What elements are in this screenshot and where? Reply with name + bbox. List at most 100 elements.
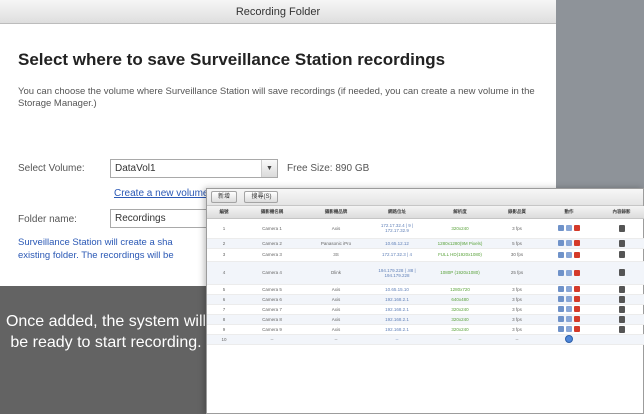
record-icon[interactable] (618, 325, 625, 333)
table-row[interactable]: 6 Camera 6 Axis 192.168.2.1 640x480 3 fp… (207, 294, 644, 305)
record-cell (599, 304, 644, 315)
camera-name: Camera 5 (241, 284, 303, 295)
camera-ip: 192.168.2.1 (369, 304, 425, 315)
record-icon[interactable] (618, 224, 625, 232)
camera-fps: 3 fps (495, 314, 539, 325)
camera-brand: Axis (303, 304, 369, 315)
edit-icon[interactable] (558, 316, 564, 322)
delete-icon[interactable] (574, 306, 580, 312)
column-header[interactable]: 攝影機品牌 (303, 206, 369, 219)
settings-icon[interactable] (566, 251, 572, 258)
camera-resolution: 640x480 (425, 294, 495, 305)
record-icon[interactable] (618, 251, 625, 258)
camera-fps: 3 fps (495, 324, 539, 335)
delete-icon[interactable] (574, 286, 580, 292)
description-text: You can choose the volume where Surveill… (18, 86, 535, 109)
column-header[interactable]: 動作 (539, 206, 599, 219)
add-camera-button[interactable]: 新增 (211, 191, 238, 203)
record-icon[interactable] (618, 239, 625, 247)
record-icon[interactable] (618, 285, 625, 293)
camera-fps: 3 fps (495, 294, 539, 305)
chevron-down-icon[interactable]: ▼ (261, 160, 277, 177)
table-row[interactable]: 4 Camera 4 Dlink 194.179.228 | .88 | 194… (207, 261, 644, 285)
table-row[interactable]: 8 Camera 8 Axis 192.168.2.1 320x240 3 fp… (207, 314, 644, 325)
row-actions (539, 314, 599, 325)
row-actions (539, 218, 599, 239)
record-cell (599, 294, 644, 305)
edit-icon[interactable] (558, 251, 564, 258)
camera-fps: 5 fps (495, 238, 539, 249)
column-header[interactable]: 錄影品質 (495, 206, 539, 219)
delete-icon[interactable] (574, 225, 580, 231)
settings-icon[interactable] (566, 306, 572, 312)
camera-number: 7 (207, 304, 241, 315)
camera-name: Camera 3 (241, 248, 303, 262)
edit-icon[interactable] (558, 269, 564, 276)
edit-icon[interactable] (558, 225, 564, 231)
table-row[interactable]: 2 Camera 2 Panasonic iPro 10.65.12.12 12… (207, 238, 644, 249)
delete-icon[interactable] (574, 240, 580, 246)
record-icon[interactable] (618, 315, 625, 323)
row-actions (539, 324, 599, 335)
settings-icon[interactable] (566, 316, 572, 322)
camera-fps: 30 fps (495, 248, 539, 262)
settings-icon[interactable] (566, 286, 572, 292)
camera-brand: Axis (303, 324, 369, 335)
table-row[interactable]: 7 Camera 7 Axis 192.168.2.1 320x240 3 fp… (207, 304, 644, 315)
row-actions (539, 238, 599, 249)
delete-icon[interactable] (574, 296, 580, 302)
folder-label: Folder name: (18, 214, 77, 225)
column-header[interactable]: 網路位址 (369, 206, 425, 219)
record-icon[interactable] (618, 295, 625, 303)
edit-icon[interactable] (558, 306, 564, 312)
delete-icon[interactable] (574, 269, 580, 276)
settings-icon[interactable] (566, 326, 572, 332)
record-cell (599, 261, 644, 285)
record-icon[interactable] (618, 305, 625, 313)
delete-icon[interactable] (574, 326, 580, 332)
volume-select[interactable]: DataVol1 ▼ (110, 159, 278, 178)
record-cell (599, 218, 644, 239)
camera-resolution: 320x240 (425, 314, 495, 325)
camera-name: Camera 1 (241, 218, 303, 239)
edit-icon[interactable] (558, 296, 564, 302)
camera-brand: Axis (303, 294, 369, 305)
row-actions (539, 284, 599, 295)
camera-ip: 192.168.2.1 (369, 314, 425, 325)
camera-fps: 25 fps (495, 261, 539, 285)
column-header[interactable]: 解析度 (425, 206, 495, 219)
camera-name: Camera 6 (241, 294, 303, 305)
column-header[interactable]: 內容錄影 (599, 206, 644, 219)
camera-name: -- (241, 334, 303, 345)
table-row[interactable]: 1 Camera 1 Axis 172.17.32.4 | 9 | 172.17… (207, 218, 644, 239)
delete-icon[interactable] (574, 316, 580, 322)
camera-ip: 10.65.12.12 (369, 238, 425, 249)
camera-name: Camera 4 (241, 261, 303, 285)
info-note-line: existing folder. The recordings will be (18, 250, 174, 261)
camera-number: 8 (207, 314, 241, 325)
edit-icon[interactable] (558, 240, 564, 246)
camera-number: 3 (207, 248, 241, 262)
delete-icon[interactable] (574, 251, 580, 258)
search-camera-button[interactable]: 搜尋(S) (244, 191, 279, 203)
settings-icon[interactable] (566, 296, 572, 302)
row-actions (539, 304, 599, 315)
settings-icon[interactable] (566, 269, 572, 276)
edit-icon[interactable] (558, 326, 564, 332)
edit-icon[interactable] (558, 286, 564, 292)
page-heading: Select where to save Surveillance Statio… (18, 50, 446, 69)
camera-ip: 172.17.32.4 | 9 | 172.17.32.9 (369, 218, 425, 239)
table-row[interactable]: 10 -- -- -- -- -- (207, 334, 644, 345)
camera-brand: Dlink (303, 261, 369, 285)
row-actions (539, 261, 599, 285)
add-icon[interactable] (565, 335, 573, 343)
camera-ip: 192.168.2.1 (369, 324, 425, 335)
table-row[interactable]: 9 Camera 9 Axis 192.168.2.1 320x240 3 fp… (207, 324, 644, 335)
record-icon[interactable] (618, 269, 625, 276)
table-row[interactable]: 3 Camera 3 3S 172.17.32.3 | 4 FULL HD(19… (207, 248, 644, 262)
record-cell (599, 238, 644, 249)
folder-name-value: Recordings (115, 213, 166, 224)
table-row[interactable]: 5 Camera 5 Axis 10.65.15.10 1280x720 3 f… (207, 284, 644, 295)
settings-icon[interactable] (566, 225, 572, 231)
settings-icon[interactable] (566, 240, 572, 246)
